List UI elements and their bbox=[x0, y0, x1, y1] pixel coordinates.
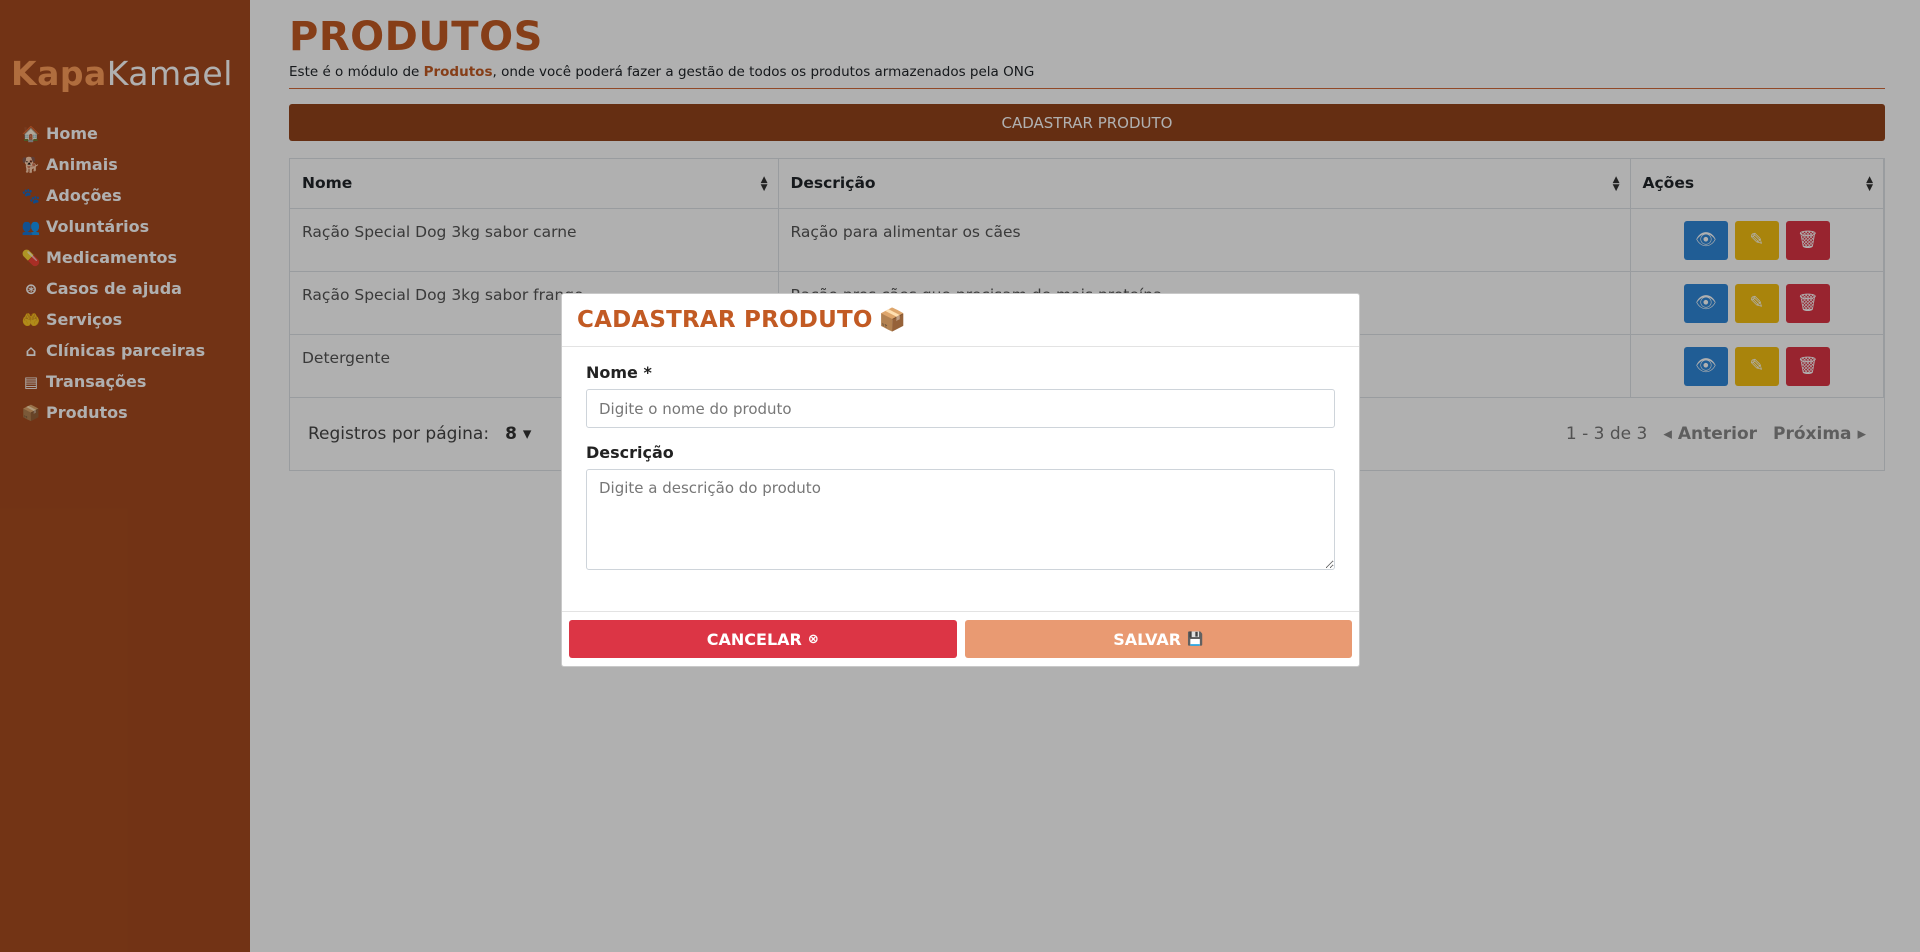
nome-label: Nome * bbox=[586, 363, 652, 382]
modal-footer: CANCELAR ⊗ SALVAR 💾 bbox=[562, 612, 1359, 666]
close-circle-icon: ⊗ bbox=[807, 631, 819, 647]
cancel-button[interactable]: CANCELAR ⊗ bbox=[569, 620, 957, 658]
nome-input[interactable] bbox=[586, 389, 1335, 428]
modal-title: CADASTRAR PRODUTO 📦 bbox=[577, 307, 906, 333]
modal-title-text: CADASTRAR PRODUTO bbox=[577, 307, 873, 333]
box-open-icon: 📦 bbox=[878, 308, 907, 333]
save-button[interactable]: SALVAR 💾 bbox=[964, 620, 1352, 658]
modal-body: Nome * Descrição bbox=[562, 347, 1359, 612]
floppy-icon: 💾 bbox=[1187, 631, 1204, 647]
descricao-label: Descrição bbox=[586, 443, 674, 462]
save-label: SALVAR bbox=[1113, 629, 1182, 649]
cancel-label: CANCELAR bbox=[706, 629, 802, 649]
modal-header: CADASTRAR PRODUTO 📦 bbox=[562, 294, 1359, 347]
cadastrar-produto-modal: CADASTRAR PRODUTO📦 Nome * Descrição CANC… bbox=[561, 293, 1360, 667]
descricao-textarea[interactable] bbox=[586, 469, 1335, 570]
